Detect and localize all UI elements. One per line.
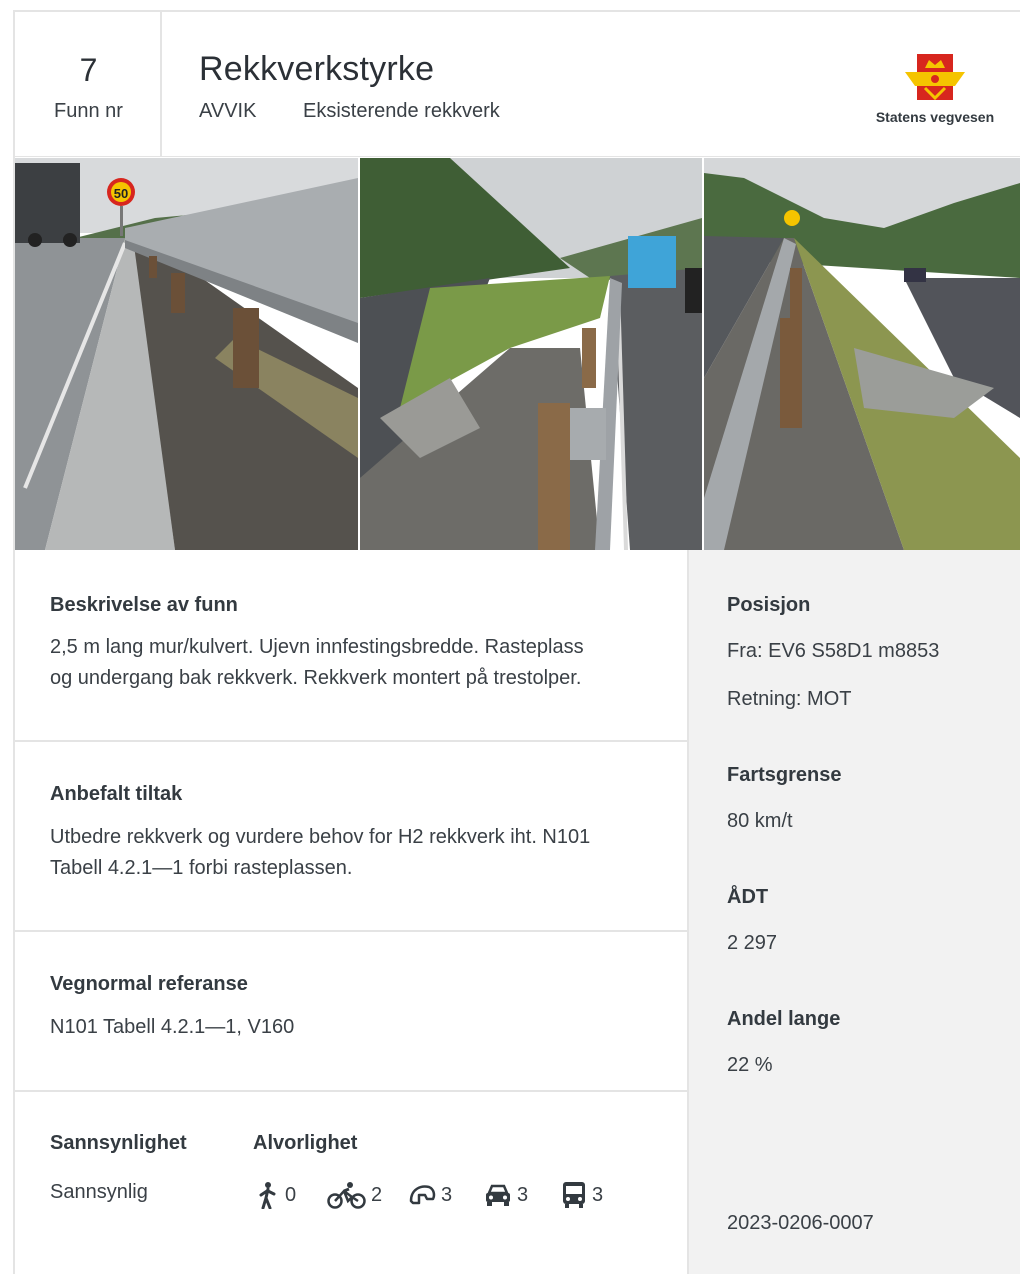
probability-value: Sannsynlig — [50, 1181, 148, 1203]
description-text: 2,5 m lang mur/kulvert. Ujevn innfesting… — [50, 632, 660, 694]
crown-shield-icon — [905, 54, 965, 101]
recommendation-heading: Anbefalt tiltak — [50, 783, 183, 805]
reference-section: Vegnormal referanse N101 Tabell 4.2.1—1,… — [15, 932, 687, 1092]
recommendation-line-2: Tabell 4.2.1—1 forbi rasteplassen. — [50, 857, 353, 879]
severity-heading: Alvorlighet — [253, 1132, 358, 1154]
severity-bicycle: 2 — [327, 1180, 382, 1210]
severity-bus: 3 — [560, 1180, 603, 1210]
finding-sheet: 7 Funn nr Rekkverkstyrke AVVIK Eksistere… — [13, 10, 1020, 1274]
logo-text: Statens vegvesen — [875, 109, 995, 125]
reference-heading: Vegnormal referanse — [50, 973, 248, 995]
position-from: Fra: EV6 S58D1 m8853 — [727, 640, 940, 662]
severity-bicycle-value: 2 — [371, 1183, 383, 1206]
finding-category: Eksisterende rekkverk — [303, 100, 500, 122]
description-heading: Beskrivelse av funn — [50, 594, 238, 616]
finding-title: Rekkverkstyrke — [199, 50, 435, 88]
description-line-2: og undergang bak rekkverk. Rekkverk mont… — [50, 667, 582, 689]
recommendation-text: Utbedre rekkverk og vurdere behov for H2… — [50, 822, 660, 884]
finding-type: AVVIK — [199, 100, 257, 122]
recommendation-section: Anbefalt tiltak Utbedre rekkverk og vurd… — [15, 742, 687, 932]
adt-value: 2 297 — [727, 932, 778, 954]
long-share-value: 22 % — [727, 1054, 773, 1076]
speed-limit-value: 80 km/t — [727, 810, 793, 832]
severity-motorcycle: 3 — [407, 1180, 452, 1210]
case-id: 2023-0206-0007 — [727, 1212, 874, 1234]
description-line-1: 2,5 m lang mur/kulvert. Ujevn innfesting… — [50, 636, 584, 658]
adt-heading: ÅDT — [727, 886, 769, 908]
header: 7 Funn nr Rekkverkstyrke AVVIK Eksistere… — [15, 12, 1020, 157]
photo-strip: 50 — [15, 158, 1020, 550]
speed-limit-heading: Fartsgrense — [727, 764, 842, 786]
finding-number: 7 — [79, 52, 98, 88]
finding-number-label: Funn nr — [54, 100, 123, 122]
photo-guardrail-1: 50 — [15, 158, 358, 550]
severity-bus-value: 3 — [592, 1183, 604, 1206]
severity-car-value: 3 — [517, 1183, 529, 1206]
info-panel: Posisjon Fra: EV6 S58D1 m8853 Retning: M… — [687, 550, 1020, 1274]
motorcycle-helmet-icon — [409, 1185, 436, 1205]
severity-pedestrian-value: 0 — [285, 1183, 297, 1206]
statens-vegvesen-logo: Statens vegvesen — [865, 42, 1005, 132]
position-direction: Retning: MOT — [727, 688, 852, 710]
pedestrian-icon — [259, 1182, 276, 1209]
bicycle-icon — [327, 1182, 366, 1209]
severity-car: 3 — [483, 1180, 528, 1210]
description-section: Beskrivelse av funn 2,5 m lang mur/kulve… — [15, 550, 687, 742]
photo-guardrail-3 — [704, 158, 1020, 550]
photo-guardrail-2 — [360, 158, 702, 550]
recommendation-line-1: Utbedre rekkverk og vurdere behov for H2… — [50, 826, 591, 848]
car-icon — [486, 1184, 510, 1206]
position-heading: Posisjon — [727, 594, 811, 616]
probability-heading: Sannsynlighet — [50, 1132, 187, 1154]
speed-sign-text: 50 — [114, 186, 128, 201]
finding-number-box: 7 Funn nr — [15, 12, 162, 157]
reference-text: N101 Tabell 4.2.1—1, V160 — [50, 1016, 295, 1038]
bus-icon — [563, 1182, 585, 1208]
severity-pedestrian: 0 — [255, 1180, 296, 1210]
long-share-heading: Andel lange — [727, 1008, 841, 1030]
severity-motorcycle-value: 3 — [441, 1183, 453, 1206]
